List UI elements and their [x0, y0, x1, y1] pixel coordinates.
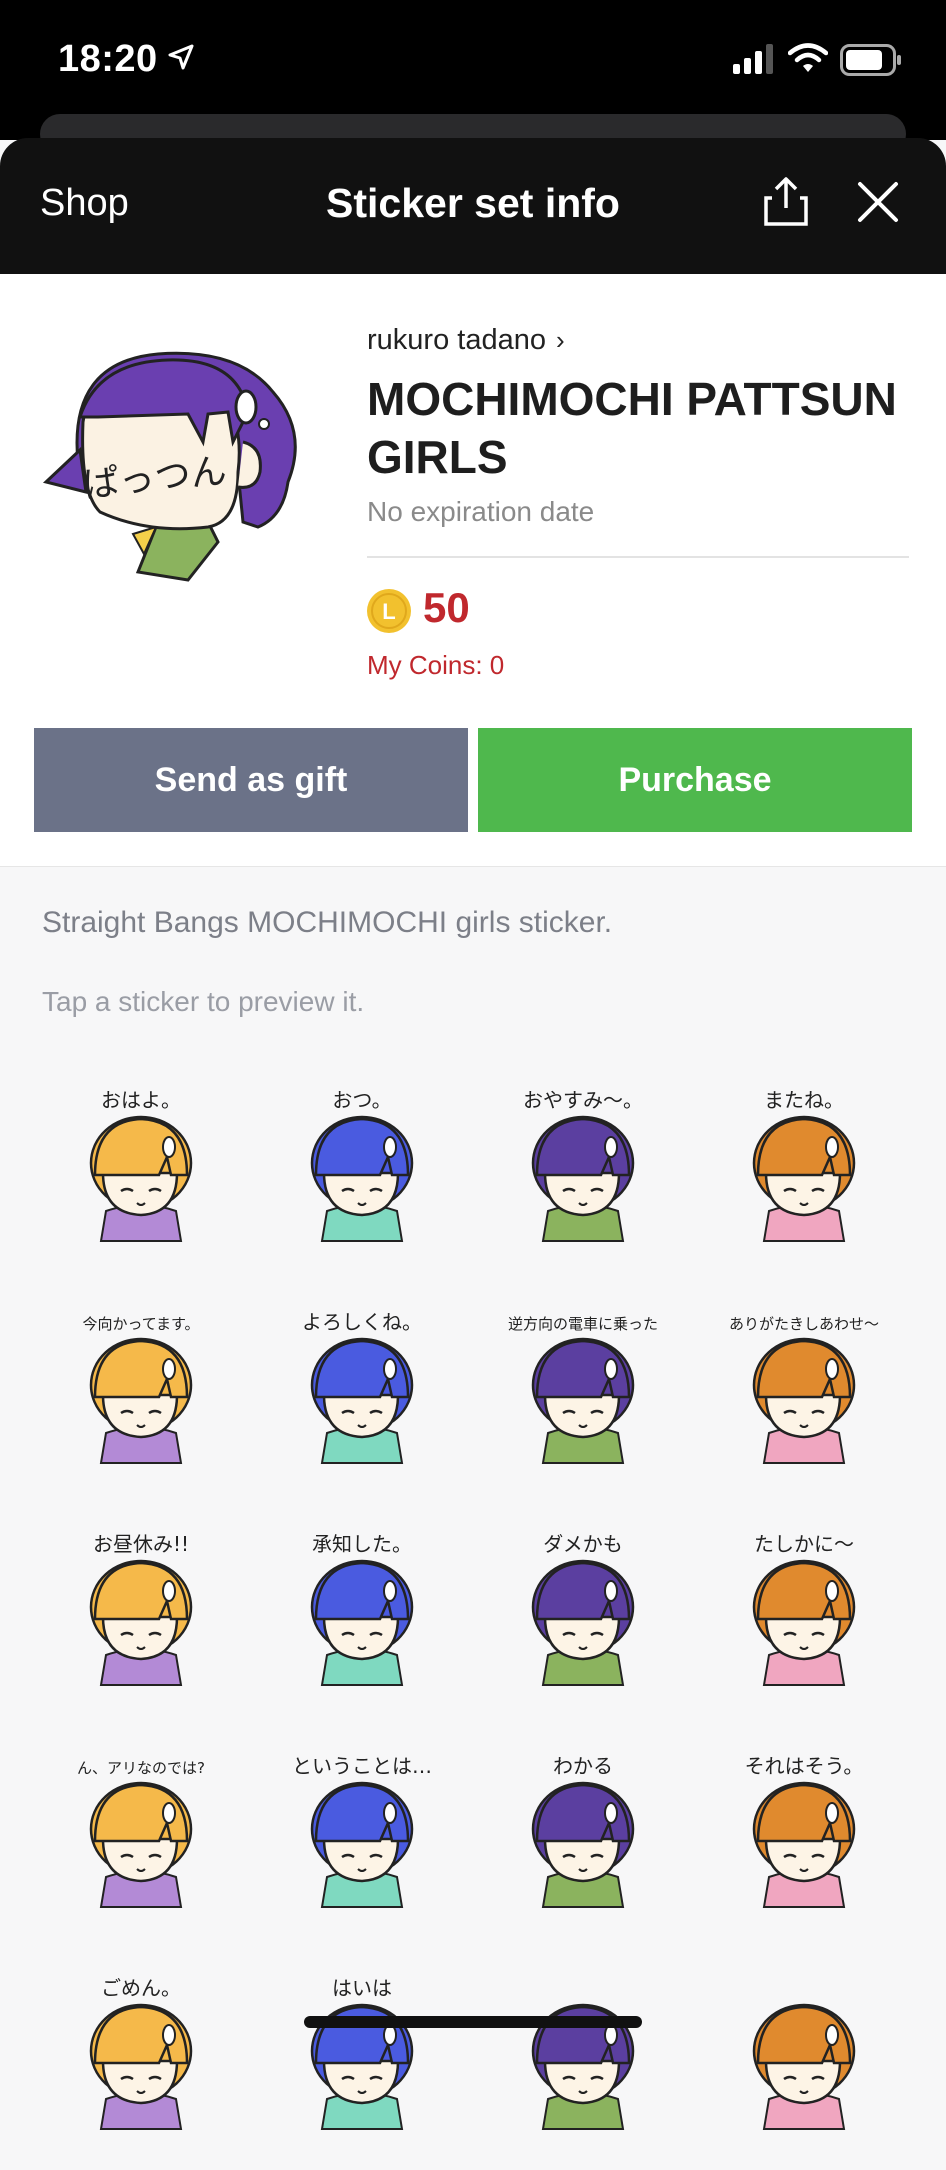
- line-coin-icon: L: [367, 589, 411, 633]
- sticker-image: [752, 2003, 855, 2130]
- sticker-item[interactable]: お昼休み!!: [30, 1504, 251, 1726]
- sticker-item[interactable]: [693, 1948, 914, 2170]
- sticker-item[interactable]: それはそう。: [693, 1726, 914, 1948]
- sticker-item[interactable]: おつ。: [251, 1060, 472, 1282]
- sticker-caption: 逆方向の電車に乗った: [507, 1315, 657, 1333]
- my-coins-balance: My Coins: 0: [367, 650, 505, 680]
- sticker-caption: よろしくね。: [302, 1310, 422, 1334]
- sticker-caption: またね。: [764, 1088, 844, 1112]
- coin-letter: L: [382, 599, 395, 624]
- sticker-image: おはよ。: [89, 1088, 192, 1242]
- sticker-item[interactable]: ありがたきしあわせ〜: [693, 1282, 914, 1504]
- close-icon[interactable]: [852, 176, 904, 228]
- sticker-caption: わかる: [553, 1754, 613, 1778]
- sticker-caption: お昼休み!!: [92, 1532, 188, 1556]
- sticker-item[interactable]: たしかに〜: [693, 1504, 914, 1726]
- sticker-item[interactable]: おはよ。: [30, 1060, 251, 1282]
- sticker-image: またね。: [752, 1088, 855, 1242]
- sticker-caption: ということは…: [292, 1754, 432, 1778]
- price: 50: [423, 584, 470, 631]
- chevron-right-icon: ›: [555, 325, 565, 355]
- sticker-item[interactable]: 承知した。: [251, 1504, 472, 1726]
- sheet-header: Shop Sticker set info: [0, 138, 946, 274]
- sticker-item[interactable]: ごめん。: [30, 1948, 251, 2170]
- sticker-description: Straight Bangs MOCHIMOCHI girls sticker.: [42, 906, 613, 939]
- sticker-image: たしかに〜: [752, 1532, 855, 1686]
- sticker-image: それはそう。: [744, 1754, 863, 1908]
- cellular-signal-icon: [733, 44, 773, 74]
- sticker-caption: 承知した。: [312, 1532, 412, 1556]
- home-indicator[interactable]: [304, 2016, 642, 2028]
- sticker-caption: 今向かってます。: [82, 1315, 199, 1333]
- main-sticker-image[interactable]: ぱっつん: [38, 322, 328, 612]
- sticker-item[interactable]: またね。: [693, 1060, 914, 1282]
- sticker-item[interactable]: ダメかも: [472, 1504, 693, 1726]
- sticker-item[interactable]: ということは…: [251, 1726, 472, 1948]
- sticker-set-info: ぱっつん rukuro tadano › MOCHIMOCHI PATTSUN G…: [0, 274, 946, 866]
- sticker-item[interactable]: よろしくね。: [251, 1282, 472, 1504]
- sticker-item[interactable]: わかる: [472, 1726, 693, 1948]
- sticker-item[interactable]: ん、アリなのでは?: [30, 1726, 251, 1948]
- sticker-caption: ごめん。: [101, 1976, 181, 2000]
- sticker-caption: おつ。: [332, 1088, 391, 1112]
- sticker-image: 今向かってます。: [82, 1315, 199, 1464]
- sticker-image: よろしくね。: [302, 1310, 422, 1464]
- purchase-button[interactable]: Purchase: [478, 728, 912, 832]
- sticker-image: はいは: [310, 1976, 413, 2130]
- sticker-item[interactable]: はいは: [251, 1948, 472, 2170]
- sticker-item[interactable]: 今向かってます。: [30, 1282, 251, 1504]
- sticker-caption: ん、アリなのでは?: [77, 1759, 205, 1777]
- sticker-caption: ダメかも: [543, 1532, 622, 1556]
- divider: [367, 556, 909, 558]
- sticker-image: ありがたきしあわせ〜: [728, 1315, 879, 1464]
- sticker-item[interactable]: おやすみ〜。: [472, 1060, 693, 1282]
- sticker-set-title: MOCHIMOCHI PATTSUN GIRLS: [367, 373, 897, 483]
- send-as-gift-button[interactable]: Send as gift: [34, 728, 468, 832]
- expiration-text: No expiration date: [367, 496, 595, 527]
- sticker-caption: ありがたきしあわせ〜: [728, 1315, 878, 1333]
- battery-icon: [840, 44, 901, 76]
- sticker-grid: おはよ。 おつ。 おやすみ〜。 またね。今向かってます。 よろしくね。 逆方向の電車に乗っ…: [30, 1060, 916, 2170]
- sticker-caption: それはそう。: [744, 1754, 863, 1778]
- sticker-image: 承知した。: [310, 1532, 413, 1686]
- sticker-caption: おはよ。: [101, 1088, 181, 1112]
- sticker-image: おつ。: [310, 1088, 413, 1242]
- section-divider: [0, 866, 946, 867]
- status-bar: 18:20: [0, 0, 946, 154]
- sticker-caption: おやすみ〜。: [523, 1088, 643, 1112]
- location-arrow-icon: [168, 44, 194, 70]
- sticker-image: ということは…: [292, 1754, 432, 1908]
- sticker-item[interactable]: 逆方向の電車に乗った: [472, 1282, 693, 1504]
- sticker-image: ん、アリなのでは?: [77, 1759, 205, 1908]
- sticker-image: お昼休み!!: [89, 1532, 192, 1686]
- sticker-image: わかる: [531, 1754, 634, 1908]
- sticker-caption: たしかに〜: [754, 1532, 854, 1556]
- sticker-image: [531, 2003, 634, 2130]
- wifi-icon: [788, 43, 828, 72]
- author-name: rukuro tadano: [367, 324, 546, 356]
- sticker-image: ダメかも: [531, 1532, 634, 1686]
- sticker-image: ごめん。: [89, 1976, 192, 2130]
- preview-hint: Tap a sticker to preview it.: [42, 986, 365, 1017]
- sticker-caption: はいは: [332, 1976, 392, 2000]
- sticker-image: おやすみ〜。: [523, 1088, 643, 1242]
- sticker-image: 逆方向の電車に乗った: [507, 1315, 658, 1464]
- share-icon[interactable]: [758, 174, 814, 230]
- sticker-item[interactable]: [472, 1948, 693, 2170]
- author-link[interactable]: rukuro tadano ›: [367, 324, 565, 357]
- status-time: 18:20: [58, 38, 158, 80]
